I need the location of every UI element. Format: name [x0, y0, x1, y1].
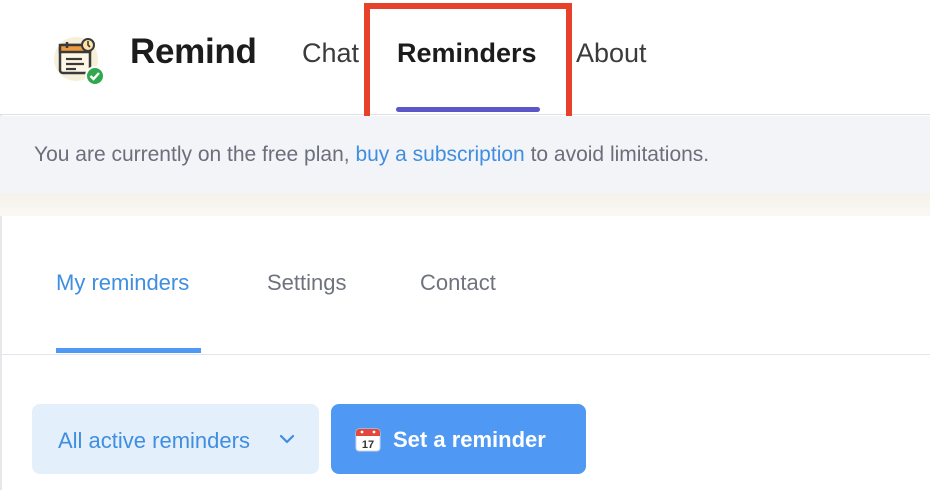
subtab-my-reminders[interactable]: My reminders — [56, 270, 189, 296]
highlight-annotation-box — [364, 3, 572, 133]
tab-about[interactable]: About — [576, 38, 647, 69]
reminder-filter-select[interactable]: All active reminders — [32, 404, 319, 474]
section-gap — [0, 194, 930, 216]
banner-suffix: to avoid limitations. — [530, 143, 710, 166]
calendar-reminder-icon — [54, 37, 105, 86]
subtab-contact[interactable]: Contact — [420, 270, 496, 296]
calendar-17-icon: 17 — [355, 428, 381, 452]
reminders-card: My reminders Settings Contact All active… — [2, 216, 930, 490]
banner-prefix: You are currently on the free plan, — [34, 143, 350, 166]
filter-selected-value: All active reminders — [58, 428, 250, 453]
set-reminder-label: Set a reminder — [393, 427, 546, 452]
svg-text:17: 17 — [362, 439, 374, 451]
buy-subscription-link[interactable]: buy a subscription — [355, 143, 524, 166]
app-name: Remind — [130, 32, 257, 71]
chevron-down-icon — [279, 434, 295, 444]
active-subtab-indicator — [56, 348, 201, 353]
tab-chat[interactable]: Chat — [302, 38, 359, 69]
subtab-settings[interactable]: Settings — [267, 270, 347, 296]
free-plan-banner: You are currently on the free plan, buy … — [0, 116, 930, 194]
set-reminder-button[interactable]: 17 Set a reminder — [331, 404, 586, 474]
subtab-divider — [2, 354, 930, 355]
banner-text: You are currently on the free plan, buy … — [34, 143, 709, 167]
